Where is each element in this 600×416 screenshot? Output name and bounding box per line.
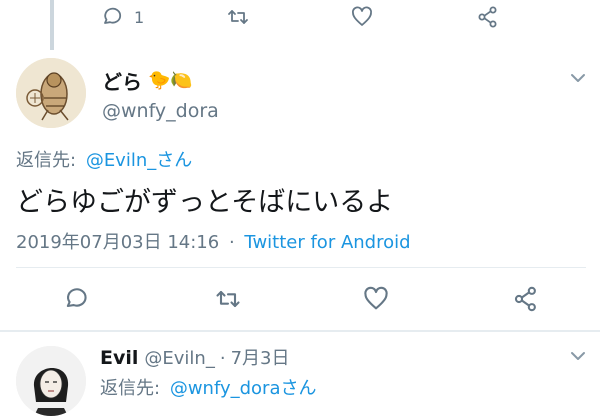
reply-display-name[interactable]: Evil [100, 347, 138, 369]
divider [16, 267, 586, 268]
like-button[interactable] [362, 285, 390, 313]
reply-prefix: 返信先: [16, 150, 77, 171]
retweet-button[interactable] [214, 285, 242, 313]
reply-date[interactable]: 7月3日 [231, 344, 290, 370]
like-icon [362, 285, 390, 313]
reply-header: Evil @Eviln_ · 7月3日 [100, 344, 289, 370]
name-emoji: 🐤🍋 [148, 70, 193, 91]
avatar[interactable] [16, 58, 86, 128]
share-icon [476, 5, 500, 29]
like-icon [350, 5, 374, 29]
reply-to-link-next[interactable]: @wnfy_dora [170, 378, 281, 399]
tweet-meta: 2019年07月03日 14:16 · Twitter for Android [16, 228, 411, 254]
source-link[interactable]: Twitter for Android [244, 232, 410, 253]
retweet-icon [226, 5, 250, 29]
tweet-text: どらゆごがずっとそばにいるよ [16, 187, 394, 218]
reply-prefix-next: 返信先: [100, 378, 161, 399]
reply-count: 1 [134, 7, 145, 27]
reply-to-link[interactable]: @Eviln_さん [86, 150, 192, 171]
share-icon [512, 285, 540, 313]
share-button[interactable] [512, 285, 540, 313]
prev-reply-button[interactable]: 1 [100, 5, 144, 29]
thread-line [50, 0, 54, 50]
reply-context: 返信先: @Eviln_さん [16, 146, 192, 172]
prev-share-button[interactable] [476, 5, 500, 29]
prev-retweet-button[interactable] [226, 5, 250, 29]
chevron-down-icon [568, 348, 588, 367]
reply-avatar[interactable] [16, 346, 86, 416]
reply-icon [100, 5, 124, 29]
display-name[interactable]: どら [102, 66, 142, 95]
reply-button[interactable] [62, 285, 90, 313]
tweet-menu-button[interactable] [568, 70, 588, 89]
reply-menu-button[interactable] [568, 348, 588, 367]
timestamp[interactable]: 2019年07月03日 14:16 [16, 232, 219, 253]
reply-context-next: 返信先: @wnfy_doraさん [100, 374, 316, 400]
prev-like-button[interactable] [350, 5, 374, 29]
meta-separator: · [228, 232, 235, 253]
reply-handle[interactable]: @Eviln_ [144, 348, 214, 369]
reply-separator: · [219, 348, 226, 369]
author-handle[interactable]: @wnfy_dora [102, 100, 219, 122]
author-name-row: どら 🐤🍋 [102, 66, 193, 95]
reply-to-suffix-next: さん [280, 378, 317, 399]
reply-icon [62, 285, 90, 313]
chevron-down-icon [568, 70, 588, 89]
tweet-separator [0, 330, 600, 332]
retweet-icon [214, 285, 242, 313]
